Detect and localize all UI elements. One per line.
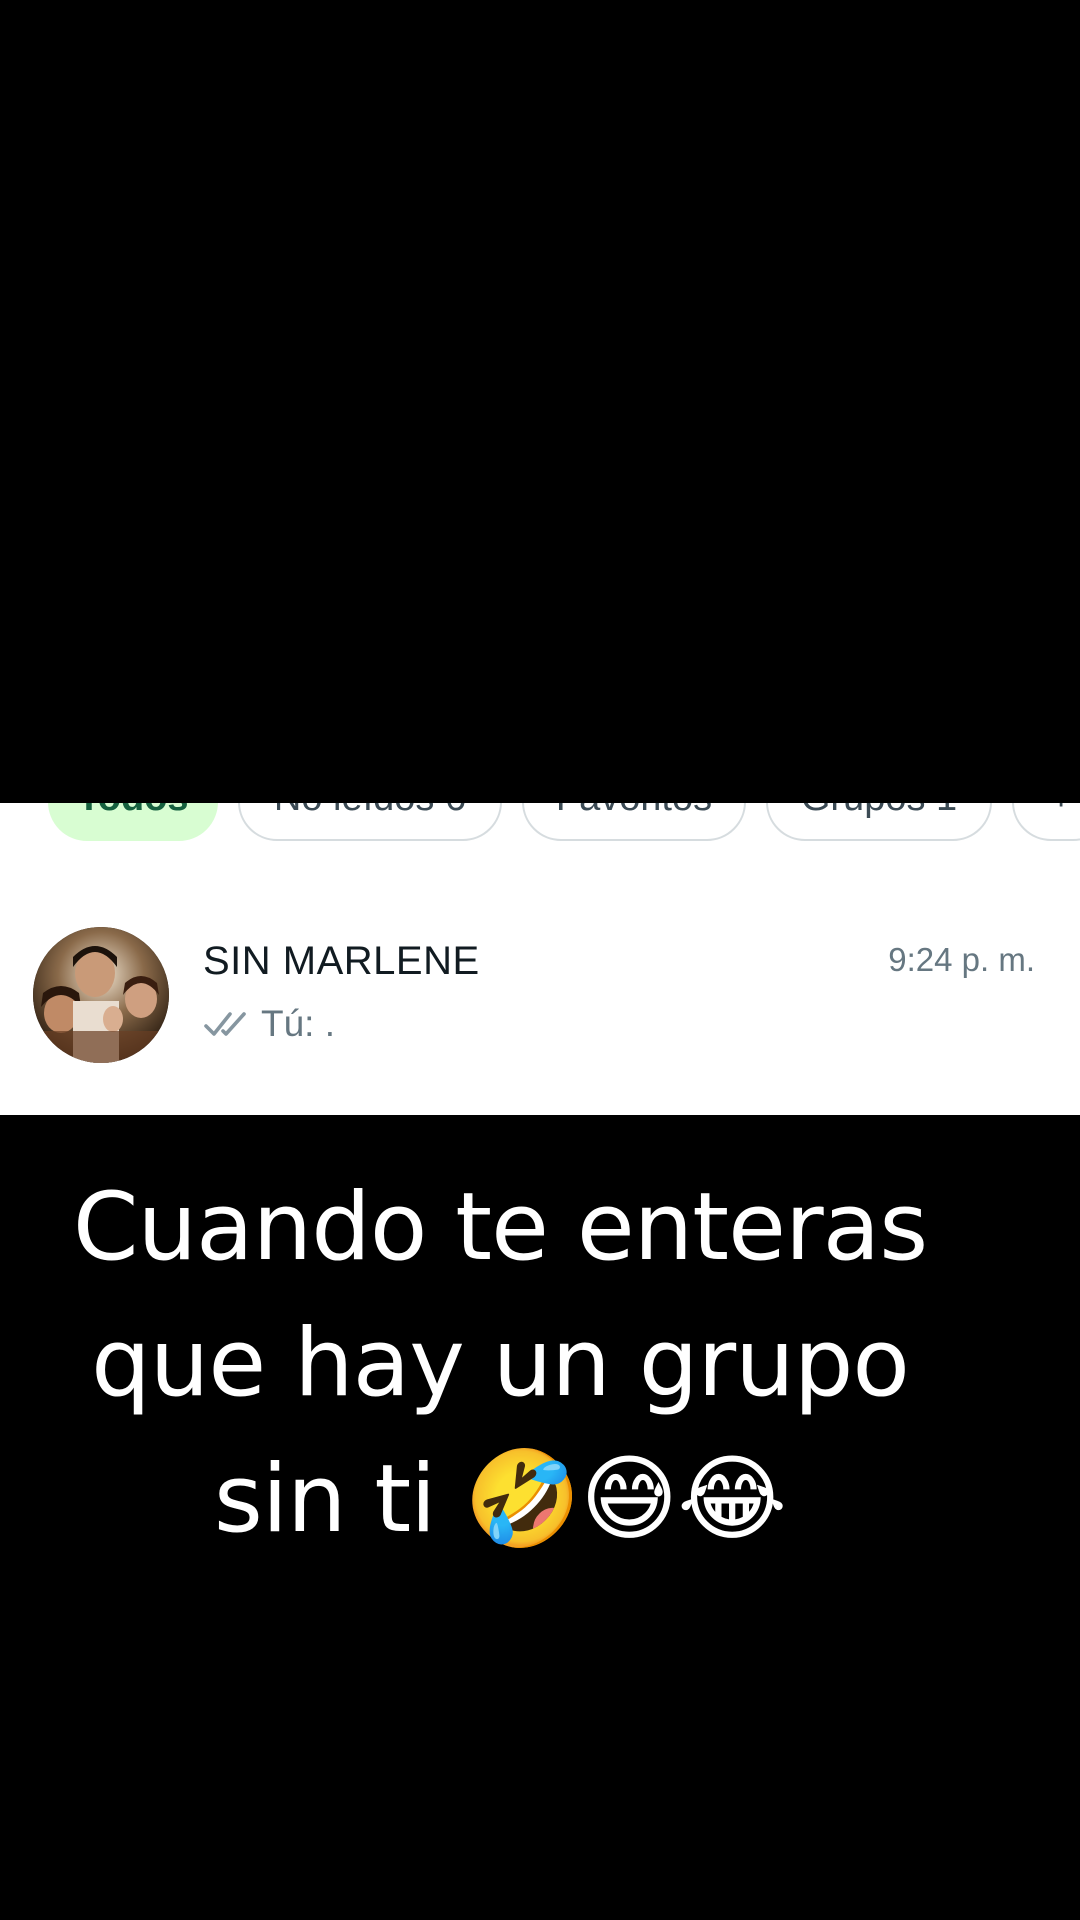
caption-line-3: sin ti 🤣😅😂 — [213, 1445, 787, 1554]
chip-todos[interactable]: Todos — [48, 803, 218, 841]
chip-add[interactable]: + — [1012, 803, 1080, 841]
filter-chips-bar: Todos No leídos 6 Favoritos Grupos 1 + — [0, 803, 1080, 843]
chat-list-screenshot: Todos No leídos 6 Favoritos Grupos 1 + — [0, 803, 1080, 1115]
chat-preview: Tú: . — [203, 1003, 335, 1045]
caption-line-2: que hay un grupo — [91, 1309, 910, 1418]
double-check-icon — [204, 1012, 246, 1036]
chip-grupos[interactable]: Grupos 1 — [766, 803, 992, 841]
group-photo-icon — [33, 927, 169, 1063]
avatar[interactable] — [33, 927, 169, 1063]
caption-line-1: Cuando te enteras — [72, 1173, 928, 1282]
video-frame: Todos No leídos 6 Favoritos Grupos 1 + — [0, 0, 1080, 1920]
chip-no-leidos[interactable]: No leídos 6 — [238, 803, 502, 841]
caption-overlay: Cuando te enteras que hay un grupo sin t… — [0, 1160, 1000, 1568]
chat-title: SIN MARLENE — [203, 939, 480, 983]
chat-preview-text: Tú: . — [261, 1003, 336, 1044]
chip-favoritos[interactable]: Favoritos — [522, 803, 746, 841]
chat-timestamp: 9:24 p. m. — [888, 941, 1035, 978]
